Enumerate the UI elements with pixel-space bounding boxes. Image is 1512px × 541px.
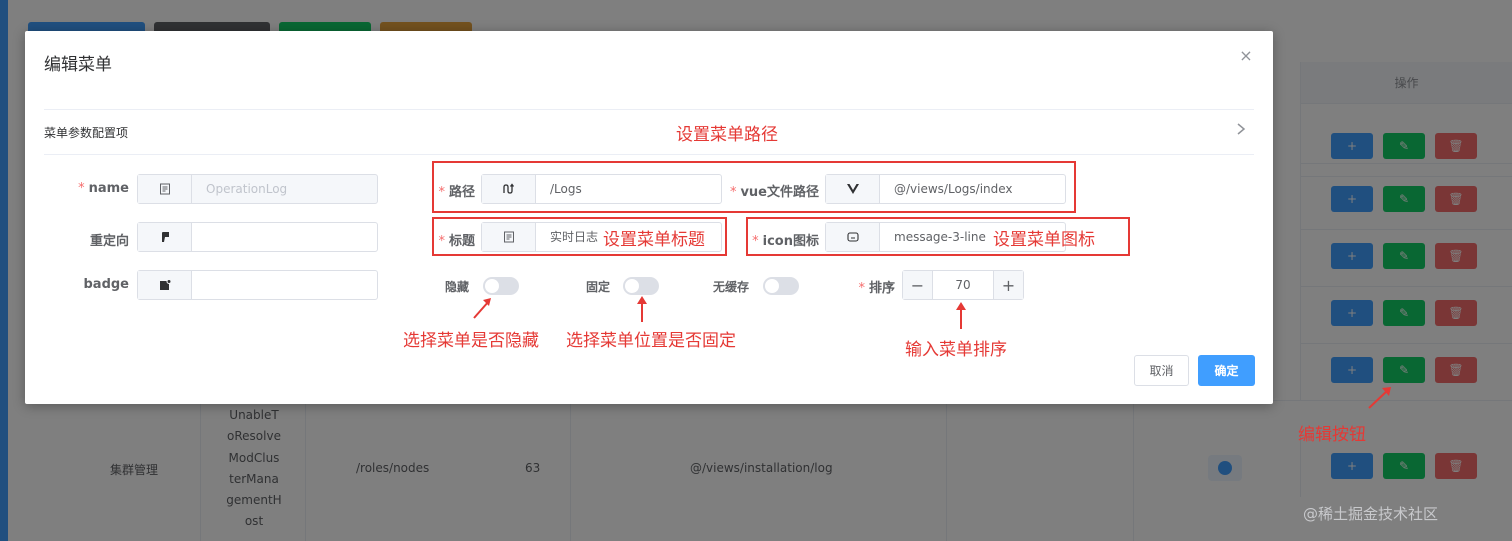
sort-stepper[interactable]: − 70 + — [902, 270, 1024, 300]
name-label: * name — [78, 181, 129, 196]
sort-label: * 排序 — [858, 281, 895, 296]
arrow-icon — [637, 296, 647, 322]
annotation-edit-button: 编辑按钮 — [1298, 425, 1366, 445]
fixed-switch[interactable] — [623, 277, 659, 295]
annotation-choose-hidden: 选择菜单是否隐藏 — [403, 331, 539, 351]
arrow-icon — [473, 298, 491, 319]
badge-label: badge — [83, 277, 129, 292]
collapse-header[interactable]: 菜单参数配置项 — [44, 109, 1254, 155]
name-field[interactable]: OperationLog — [137, 174, 378, 204]
annotation-set-icon: 设置菜单图标 — [993, 230, 1095, 250]
redirect-icon — [138, 223, 192, 251]
annotation-set-path: 设置菜单路径 — [676, 125, 778, 145]
confirm-button[interactable]: 确定 — [1198, 355, 1255, 386]
annotation-box-path — [432, 161, 1076, 213]
close-icon[interactable]: × — [1238, 48, 1254, 64]
decrement-button[interactable]: − — [903, 271, 933, 299]
hidden-switch[interactable] — [483, 277, 519, 295]
annotation-input-sort: 输入菜单排序 — [905, 340, 1007, 360]
badge-field[interactable] — [137, 270, 378, 300]
section-label: 菜单参数配置项 — [44, 126, 129, 140]
annotation-set-title: 设置菜单标题 — [603, 230, 705, 250]
cancel-button[interactable]: 取消 — [1134, 355, 1189, 386]
nocache-switch[interactable] — [763, 277, 799, 295]
arrow-icon — [1368, 387, 1391, 409]
hidden-label: 隐藏 — [445, 280, 470, 294]
increment-button[interactable]: + — [993, 271, 1023, 299]
badge-icon — [138, 271, 192, 299]
redirect-label: 重定向 — [89, 234, 129, 249]
arrow-icon — [956, 302, 966, 329]
chevron-right-icon — [1236, 123, 1246, 139]
fixed-label: 固定 — [586, 280, 611, 294]
watermark: @稀土掘金技术社区 — [1303, 505, 1439, 523]
document-icon — [138, 175, 192, 203]
redirect-field[interactable] — [137, 222, 378, 252]
annotation-choose-fixed: 选择菜单位置是否固定 — [566, 331, 736, 351]
nocache-label: 无缓存 — [713, 280, 750, 294]
dialog-title: 编辑菜单 — [44, 55, 112, 75]
